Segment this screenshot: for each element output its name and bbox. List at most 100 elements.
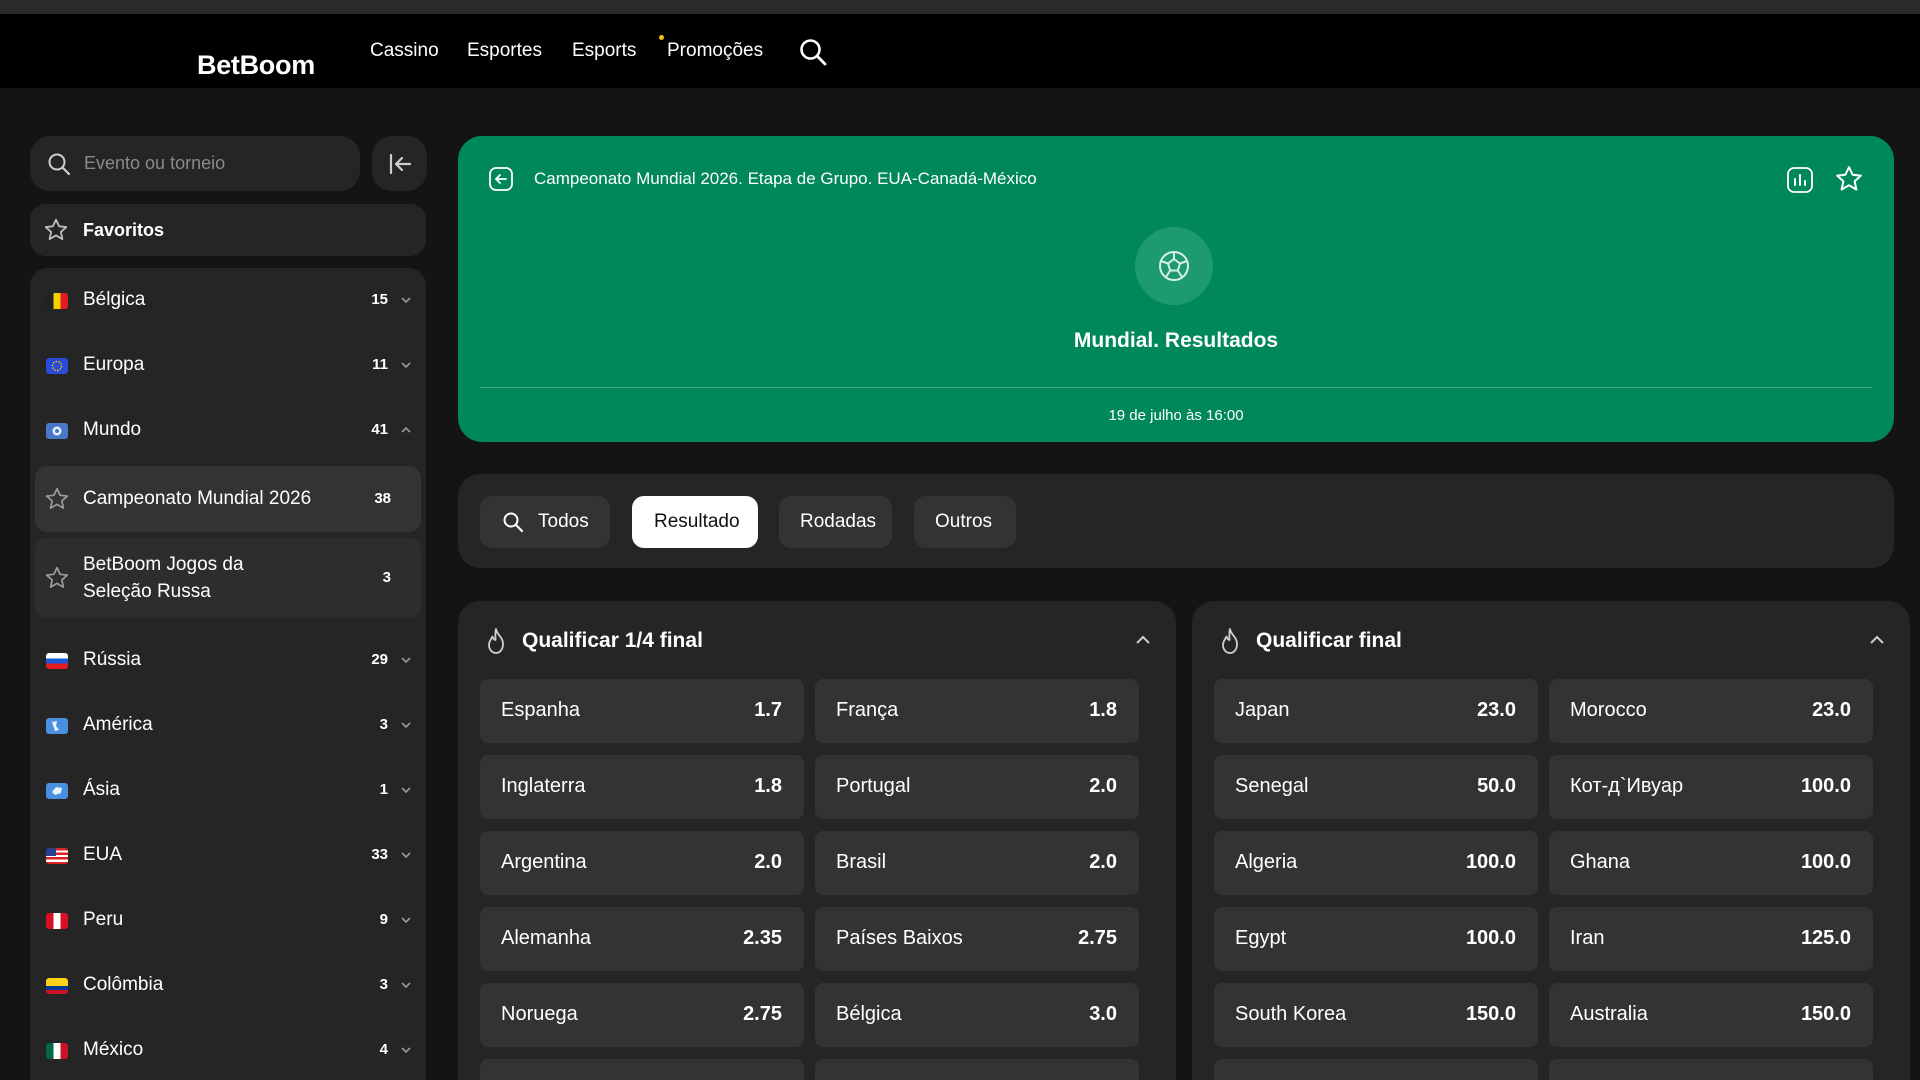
fire-icon bbox=[1222, 628, 1238, 654]
odds-cell[interactable]: França 1.8 bbox=[815, 679, 1139, 743]
sidebar-item-asia[interactable]: Ásia 1 bbox=[30, 758, 426, 823]
chevron-down-icon bbox=[401, 297, 411, 304]
outcome-name: Australia bbox=[1570, 1003, 1648, 1025]
sidebar-subitem-campeonato-mundial-2026[interactable]: Campeonato Mundial 2026 38 bbox=[35, 466, 421, 532]
outcome-odds: 2.35 bbox=[743, 927, 782, 949]
search-placeholder: Evento ou torneio bbox=[84, 153, 226, 173]
fire-icon bbox=[488, 628, 504, 654]
odds-cell[interactable]: Bélgica 3.0 bbox=[815, 983, 1139, 1047]
nav-cassino[interactable]: Cassino bbox=[370, 40, 439, 62]
tab-todos[interactable]: Todos bbox=[480, 496, 610, 548]
sidebar-item-america[interactable]: América 3 bbox=[30, 693, 426, 758]
sidebar-item-colombia[interactable]: Colômbia 3 bbox=[30, 953, 426, 1018]
chevron-down-icon bbox=[401, 787, 411, 794]
odds-cell-partial[interactable] bbox=[1549, 1059, 1873, 1080]
outcome-odds: 2.0 bbox=[1089, 851, 1117, 873]
sidebar-item-count: 9 bbox=[379, 911, 388, 928]
sidebar-item-label: Europa bbox=[83, 354, 145, 375]
outcome-odds: 1.7 bbox=[754, 699, 782, 721]
chevron-down-icon bbox=[401, 917, 411, 924]
sidebar-subitem-betboom-jogos[interactable]: BetBoom Jogos da Seleção Russa 3 bbox=[35, 538, 421, 618]
odds-cell[interactable]: Inglaterra 1.8 bbox=[480, 755, 804, 819]
market-tabs: Todos Resultado Rodadas Outros bbox=[458, 474, 1894, 568]
sidebar-item-peru[interactable]: Peru 9 bbox=[30, 888, 426, 953]
sidebar-item-label: México bbox=[83, 1039, 144, 1060]
belgium-flag-icon bbox=[46, 293, 68, 309]
sidebar-item-belgica[interactable]: Bélgica 15 bbox=[30, 268, 426, 333]
sidebar-item-eua[interactable]: EUA 33 bbox=[30, 823, 426, 888]
outcome-name: Egypt bbox=[1235, 927, 1287, 949]
odds-cell-partial[interactable] bbox=[1214, 1059, 1538, 1080]
nav-esports[interactable]: Esports bbox=[572, 40, 636, 62]
tab-outros[interactable]: Outros bbox=[914, 496, 1016, 548]
sidebar-item-count: 3 bbox=[379, 976, 388, 993]
sidebar-item-mexico[interactable]: México 4 bbox=[30, 1018, 426, 1080]
nav-esportes[interactable]: Esportes bbox=[467, 40, 542, 62]
betboom-logo[interactable]: BetBoom bbox=[197, 50, 315, 81]
tab-resultado[interactable]: Resultado bbox=[632, 496, 758, 548]
search-icon bbox=[48, 153, 71, 176]
odds-cell[interactable]: Egypt 100.0 bbox=[1214, 907, 1538, 971]
outcome-odds: 2.75 bbox=[743, 1003, 782, 1025]
odds-cell[interactable]: Morocco 23.0 bbox=[1549, 679, 1873, 743]
favorites-button[interactable]: Favoritos bbox=[30, 204, 426, 256]
odds-cell[interactable]: Japan 23.0 bbox=[1214, 679, 1538, 743]
odds-cell[interactable]: Noruega 2.75 bbox=[480, 983, 804, 1047]
outcome-name: Algeria bbox=[1235, 851, 1298, 873]
market-title: Qualificar final bbox=[1256, 629, 1402, 652]
sidebar-subitem-count: 38 bbox=[374, 490, 391, 507]
sidebar-item-count: 4 bbox=[379, 1041, 388, 1058]
outcome-name: Кот-д`Ивуар bbox=[1570, 775, 1684, 797]
collapse-sidebar-button[interactable] bbox=[372, 136, 427, 191]
odds-cell[interactable]: Кот-д`Ивуар 100.0 bbox=[1549, 755, 1873, 819]
chevron-up-icon[interactable] bbox=[1868, 631, 1886, 649]
odds-cell[interactable]: Países Baixos 2.75 bbox=[815, 907, 1139, 971]
star-icon[interactable] bbox=[44, 565, 70, 591]
odds-cell[interactable]: Iran 125.0 bbox=[1549, 907, 1873, 971]
tab-label: Outros bbox=[935, 511, 993, 532]
nav-promocoes[interactable]: Promoções bbox=[667, 40, 763, 62]
search-icon bbox=[503, 512, 524, 533]
event-search-box[interactable]: Evento ou torneio bbox=[30, 136, 360, 191]
star-icon[interactable] bbox=[44, 486, 70, 512]
chevron-down-icon bbox=[401, 982, 411, 989]
search-icon[interactable] bbox=[798, 37, 828, 67]
stats-icon[interactable] bbox=[1786, 166, 1814, 194]
outcome-odds: 125.0 bbox=[1800, 927, 1851, 949]
outcome-odds: 50.0 bbox=[1477, 775, 1516, 797]
odds-cell[interactable]: Alemanha 2.35 bbox=[480, 907, 804, 971]
odds-cell[interactable]: Algeria 100.0 bbox=[1214, 831, 1538, 895]
star-icon[interactable] bbox=[1834, 164, 1864, 194]
sidebar-item-count: 29 bbox=[371, 651, 388, 668]
sidebar-item-europa[interactable]: Europa 11 bbox=[30, 333, 426, 398]
odds-cell[interactable]: Portugal 2.0 bbox=[815, 755, 1139, 819]
sidebar-item-label: Colômbia bbox=[83, 974, 164, 995]
odds-cell[interactable]: Australia 150.0 bbox=[1549, 983, 1873, 1047]
usa-flag-icon bbox=[46, 848, 68, 864]
odds-cell[interactable]: Espanha 1.7 bbox=[480, 679, 804, 743]
odds-cell-partial[interactable] bbox=[815, 1059, 1139, 1080]
chevron-down-icon bbox=[401, 362, 411, 369]
sidebar-item-count: 1 bbox=[379, 781, 388, 798]
banner-divider bbox=[480, 387, 1872, 388]
tab-rodadas[interactable]: Rodadas bbox=[779, 496, 892, 548]
sidebar-item-mundo[interactable]: Mundo 41 bbox=[30, 398, 426, 463]
sidebar-item-count: 15 bbox=[371, 291, 388, 308]
outcome-name: Ghana bbox=[1570, 851, 1631, 873]
chevron-down-icon bbox=[401, 722, 411, 729]
back-arrow-icon[interactable] bbox=[488, 166, 514, 192]
chevron-up-icon[interactable] bbox=[1134, 631, 1152, 649]
outcome-odds: 23.0 bbox=[1477, 699, 1516, 721]
odds-cell[interactable]: Ghana 100.0 bbox=[1549, 831, 1873, 895]
sidebar-item-russia[interactable]: Rússia 29 bbox=[30, 628, 426, 693]
odds-cell[interactable]: Brasil 2.0 bbox=[815, 831, 1139, 895]
odds-cell[interactable]: South Korea 150.0 bbox=[1214, 983, 1538, 1047]
sidebar-item-label: Rússia bbox=[83, 649, 142, 670]
sidebar-item-label: Bélgica bbox=[83, 289, 146, 310]
world-flag-icon bbox=[46, 423, 68, 439]
outcome-odds: 1.8 bbox=[1089, 699, 1117, 721]
odds-cell[interactable]: Senegal 50.0 bbox=[1214, 755, 1538, 819]
odds-cell[interactable]: Argentina 2.0 bbox=[480, 831, 804, 895]
market-panel-qualify-quarterfinal: Qualificar 1/4 final Espanha 1.7 França 1.… bbox=[458, 601, 1176, 1080]
odds-cell-partial[interactable] bbox=[480, 1059, 804, 1080]
